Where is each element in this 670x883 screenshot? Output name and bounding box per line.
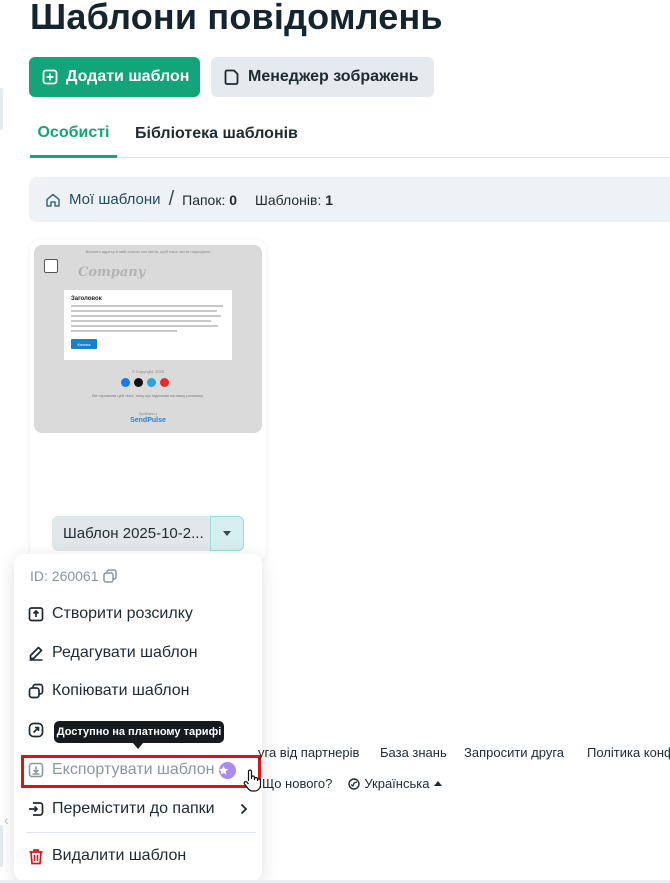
menu-create-campaign[interactable]: Створити розсилку: [28, 602, 193, 626]
tab-personal[interactable]: Особисті: [30, 110, 117, 158]
template-tabs: Особисті Бібліотека шаблонів: [30, 110, 670, 158]
preview-logo: Company: [78, 265, 146, 280]
template-menu-toggle[interactable]: [210, 516, 244, 551]
chevron-right-icon: [240, 803, 248, 815]
templates-label: Шаблонів:: [255, 191, 322, 208]
breadcrumb: Мої шаблони / Папок: 0 Шаблонів: 1: [29, 177, 670, 222]
image-manager-button[interactable]: Менеджер зображень: [211, 57, 434, 97]
image-icon: [224, 69, 239, 85]
preview-copyright: © Copyright, 2025: [131, 369, 165, 374]
preview-heading: Заголовок: [71, 296, 102, 302]
page-title: Шаблони повідомлень: [30, 0, 443, 37]
image-manager-label: Менеджер зображень: [248, 68, 419, 85]
template-name[interactable]: Шаблон 2025-10-2...: [52, 516, 210, 551]
globe-icon: [348, 777, 361, 790]
language-label: Українська: [364, 776, 430, 791]
facebook-icon: [121, 378, 130, 387]
paid-plan-tooltip: Доступно на платному тарифі: [54, 721, 224, 743]
menu-move-to-folder-label: Перемістити до папки: [52, 800, 215, 817]
left-edge-bar: [0, 825, 3, 867]
template-id: ID: 260061: [30, 568, 117, 584]
preview-unsubscribe: Ви отримали цей лист, тому що підписані …: [92, 393, 204, 398]
caret-down-icon: [223, 530, 231, 536]
footer-link-privacy-policy[interactable]: Політика конф: [587, 745, 670, 760]
whats-new-link[interactable]: Що нового?: [262, 776, 332, 791]
folders-label: Папок:: [182, 191, 226, 208]
menu-delete-template-label: Видалити шаблон: [52, 847, 187, 864]
x-icon: [134, 378, 143, 387]
move-icon: [29, 802, 44, 816]
footer-meta: Що нового? Українська: [262, 776, 443, 791]
add-template-button[interactable]: Додати шаблон: [29, 57, 200, 97]
youtube-icon: [160, 378, 169, 387]
copy-id-icon[interactable]: [102, 569, 117, 583]
preview-made-with: Зроблено з: [138, 412, 158, 416]
menu-copy-template[interactable]: Копіювати шаблон: [28, 679, 189, 703]
template-name-select[interactable]: Шаблон 2025-10-2...: [52, 516, 244, 551]
preview-text-lines: [71, 305, 223, 335]
export-highlight-frame: [21, 755, 261, 788]
templates-count: 1: [325, 191, 334, 208]
template-id-label: ID: 260061: [30, 568, 99, 584]
language-selector[interactable]: Українська: [348, 776, 443, 791]
send-icon: [28, 607, 44, 622]
template-preview[interactable]: Візьміть адресу в свій список контактів,…: [34, 245, 262, 433]
telegram-icon: [147, 378, 156, 387]
preview-brand: SendPulse: [130, 417, 166, 424]
menu-move-to-folder[interactable]: Перемістити до папки: [28, 797, 215, 821]
left-edge-bar: [0, 88, 3, 130]
menu-edit-template[interactable]: Редагувати шаблон: [28, 641, 198, 665]
breadcrumb-my-templates[interactable]: Мої шаблони: [69, 191, 161, 208]
tooltip-arrow: [133, 743, 143, 749]
tab-template-library[interactable]: Бібліотека шаблонів: [135, 110, 298, 158]
template-card[interactable]: Візьміть адресу в свій список контактів,…: [30, 240, 266, 562]
template-context-menu: ID: 260061 Створити розсилку Редагувати …: [14, 554, 262, 881]
menu-divider: [26, 832, 256, 833]
menu-share-link[interactable]: [28, 718, 52, 742]
add-template-icon: [42, 69, 58, 85]
caret-up-icon: [434, 781, 443, 786]
preview-social-icons: [121, 378, 169, 387]
link-icon: [28, 722, 44, 738]
footer-link-invite-friend[interactable]: Запросити друга: [464, 745, 564, 760]
breadcrumb-separator: /: [168, 188, 175, 210]
footer-link-partners[interactable]: уга від партнерів: [258, 745, 359, 760]
copy-icon: [28, 683, 44, 699]
menu-create-campaign-label: Створити розсилку: [52, 605, 193, 622]
hand-cursor-icon: [243, 769, 261, 792]
trash-icon: [29, 848, 43, 864]
footer-link-knowledge-base[interactable]: База знань: [380, 745, 447, 760]
menu-edit-template-label: Редагувати шаблон: [52, 644, 198, 661]
menu-copy-template-label: Копіювати шаблон: [52, 682, 190, 699]
menu-delete-template[interactable]: Видалити шаблон: [28, 844, 186, 868]
preview-button: Кнопка: [71, 339, 97, 349]
collapse-arrow-icon[interactable]: ‹: [4, 812, 9, 828]
preview-content-block: Заголовок Кнопка: [64, 290, 232, 360]
pencil-icon: [29, 646, 43, 661]
preview-top-note: Візьміть адресу в свій список контактів,…: [85, 249, 211, 254]
folders-count: 0: [229, 191, 238, 208]
home-icon[interactable]: [45, 192, 61, 208]
add-template-label: Додати шаблон: [66, 68, 190, 85]
template-select-checkbox[interactable]: [44, 259, 58, 273]
